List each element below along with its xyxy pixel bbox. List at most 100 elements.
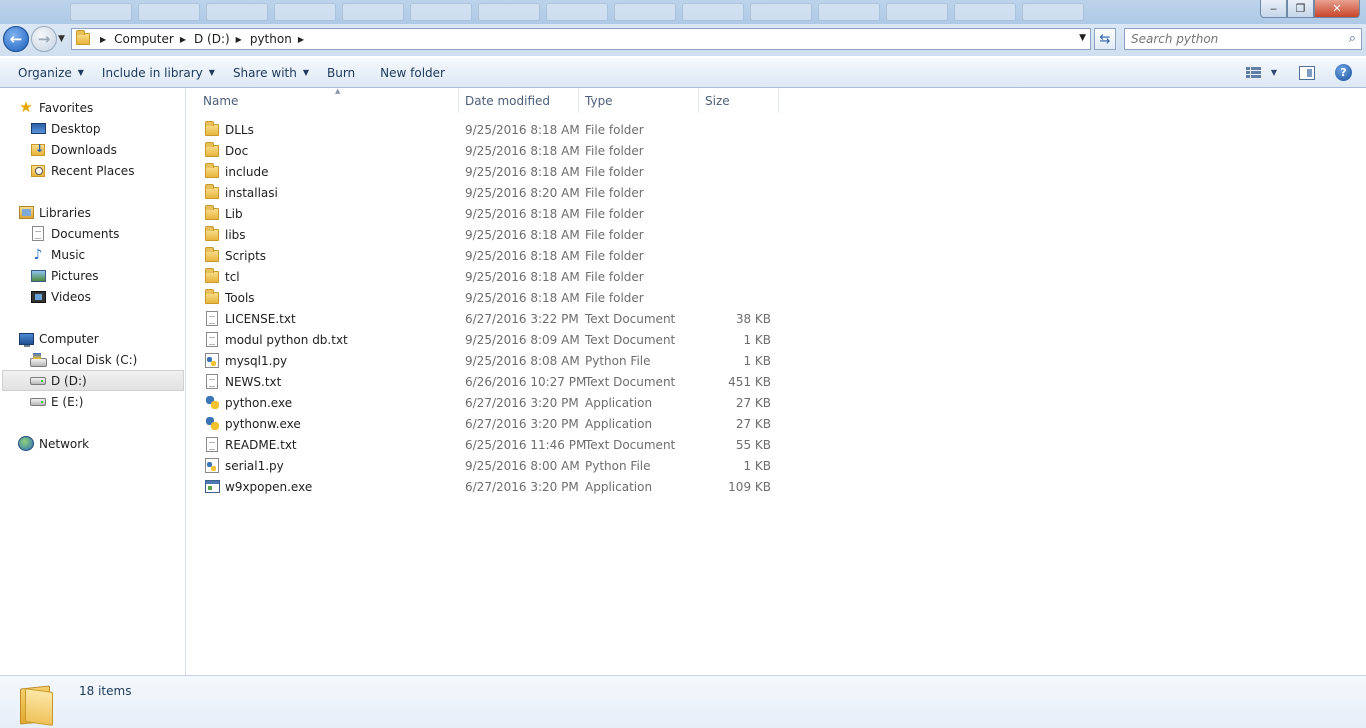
breadcrumb-children-arrow[interactable]: ▶ <box>298 35 312 44</box>
search-box[interactable]: ⌕ <box>1124 28 1362 50</box>
burn-button[interactable]: Burn <box>318 58 364 87</box>
file-type: Text Document <box>585 311 676 326</box>
nav-favorites[interactable]: ★ Favorites <box>18 97 93 118</box>
breadcrumb-computer[interactable]: ▶ Computer <box>100 32 174 46</box>
downloads-icon <box>30 142 46 158</box>
nav-computer[interactable]: Computer <box>18 328 99 349</box>
address-history-dropdown[interactable]: ▼ <box>1079 33 1086 43</box>
share-with-button[interactable]: Share with ▼ <box>224 58 318 87</box>
breadcrumb-label: Computer <box>114 32 174 46</box>
drive-icon <box>30 394 46 410</box>
file-name: serial1.py <box>225 458 284 473</box>
nav-videos[interactable]: Videos <box>30 286 91 307</box>
help-button[interactable]: ? <box>1335 64 1352 81</box>
details-view-icon <box>1245 66 1261 79</box>
file-type: File folder <box>585 164 644 179</box>
nav-e-drive[interactable]: E (E:) <box>30 391 83 412</box>
file-row[interactable]: serial1.py 9/25/2016 8:00 AM Python File 1 … <box>187 455 782 476</box>
nav-local-disk-c[interactable]: Local Disk (C:) <box>30 349 137 370</box>
background-tab <box>206 3 268 21</box>
breadcrumb-python[interactable]: ▶ python <box>236 32 292 46</box>
column-type[interactable]: Type <box>579 89 699 113</box>
background-tab <box>886 3 948 21</box>
include-in-library-button[interactable]: Include in library ▼ <box>93 58 224 87</box>
maximize-button[interactable]: ❐ <box>1287 0 1314 18</box>
breadcrumb-d-drive[interactable]: ▶ D (D:) <box>180 32 230 46</box>
file-row[interactable]: libs 9/25/2016 8:18 AM File folder <box>187 224 782 245</box>
window-controls: ‒ ❐ ✕ <box>1260 0 1360 18</box>
file-row[interactable]: LICENSE.txt 6/27/2016 3:22 PM Text Documen… <box>187 308 782 329</box>
nav-pictures[interactable]: Pictures <box>30 265 99 286</box>
file-row[interactable]: mysql1.py 9/25/2016 8:08 AM Python File 1 K… <box>187 350 782 371</box>
nav-libraries[interactable]: Libraries <box>18 202 91 223</box>
file-date: 9/25/2016 8:18 AM <box>465 248 580 263</box>
local-disk-icon <box>30 352 47 368</box>
refresh-button[interactable]: ⇆ <box>1094 28 1116 50</box>
file-row[interactable]: include 9/25/2016 8:18 AM File folder <box>187 161 782 182</box>
file-row[interactable]: DLLs 9/25/2016 8:18 AM File folder <box>187 119 782 140</box>
forward-button[interactable]: → <box>31 26 57 52</box>
file-name: Scripts <box>225 248 267 263</box>
nav-documents[interactable]: Documents <box>30 223 119 244</box>
text-document-icon <box>204 332 220 348</box>
address-bar[interactable]: ▶ Computer ▶ D (D:) ▶ python ▶ ▼ <box>71 28 1091 50</box>
nav-downloads[interactable]: Downloads <box>30 139 117 160</box>
nav-recent-places[interactable]: Recent Places <box>30 160 134 181</box>
background-tab <box>1022 3 1084 21</box>
column-label: Type <box>585 94 613 108</box>
file-size <box>705 224 771 245</box>
preview-pane-button[interactable] <box>1299 65 1315 80</box>
file-type: Application <box>585 416 653 431</box>
file-row[interactable]: installasi 9/25/2016 8:20 AM File folder <box>187 182 782 203</box>
file-type: File folder <box>585 143 644 158</box>
folder-icon <box>204 120 220 138</box>
file-size <box>705 266 771 287</box>
file-row[interactable]: NEWS.txt 6/26/2016 10:27 PM Text Document 4… <box>187 371 782 392</box>
file-row[interactable]: Lib 9/25/2016 8:18 AM File folder <box>187 203 782 224</box>
nav-label: Desktop <box>51 121 101 136</box>
recent-pages-dropdown[interactable]: ▼ <box>58 34 65 44</box>
file-name: Lib <box>225 206 243 221</box>
file-size <box>705 140 771 161</box>
command-bar: Organize ▼ Include in library ▼ Share with… <box>0 57 1366 88</box>
nav-music[interactable]: ♪ Music <box>30 244 86 265</box>
file-date: 9/25/2016 8:18 AM <box>465 122 580 137</box>
folder-icon <box>204 246 220 264</box>
new-folder-button[interactable]: New folder <box>364 58 454 87</box>
file-name: DLLs <box>225 122 254 137</box>
burn-label: Burn <box>327 65 356 80</box>
nav-d-drive[interactable]: D (D:) <box>2 370 184 391</box>
nav-network[interactable]: Network <box>18 433 89 454</box>
videos-icon <box>30 289 46 305</box>
folder-icon <box>76 30 90 45</box>
nav-desktop[interactable]: Desktop <box>30 118 101 139</box>
column-header-row: Name ▲ Date modified Type Size <box>187 87 782 113</box>
file-row[interactable]: Scripts 9/25/2016 8:18 AM File folder <box>187 245 782 266</box>
background-window-strip <box>70 3 1084 21</box>
file-row[interactable]: w9xpopen.exe 6/27/2016 3:20 PM Application… <box>187 476 782 497</box>
organize-button[interactable]: Organize ▼ <box>0 58 93 87</box>
change-view-button[interactable]: ▼ <box>1245 66 1277 79</box>
recent-places-icon <box>30 163 46 179</box>
file-row[interactable]: modul python db.txt 9/25/2016 8:09 AM Text… <box>187 329 782 350</box>
column-date-modified[interactable]: Date modified <box>459 89 579 113</box>
chevron-down-icon[interactable]: ▼ <box>1271 68 1277 77</box>
file-row[interactable]: README.txt 6/25/2016 11:46 PM Text Documen… <box>187 434 782 455</box>
column-name[interactable]: Name ▲ <box>197 87 459 113</box>
search-icon[interactable]: ⌕ <box>1349 31 1356 46</box>
file-row[interactable]: tcl 9/25/2016 8:18 AM File folder <box>187 266 782 287</box>
file-row[interactable]: Doc 9/25/2016 8:18 AM File folder <box>187 140 782 161</box>
file-row[interactable]: pythonw.exe 6/27/2016 3:20 PM Application 2… <box>187 413 782 434</box>
minimize-button[interactable]: ‒ <box>1260 0 1287 18</box>
back-button[interactable]: ← <box>3 26 29 52</box>
search-input[interactable] <box>1131 32 1336 46</box>
command-bar-right: ▼ ? <box>1245 58 1366 87</box>
file-row[interactable]: python.exe 6/27/2016 3:20 PM Application 27… <box>187 392 782 413</box>
nav-label: E (E:) <box>51 394 84 409</box>
file-date: 6/25/2016 11:46 PM <box>465 437 587 452</box>
column-size[interactable]: Size <box>699 89 779 113</box>
close-button[interactable]: ✕ <box>1314 0 1360 18</box>
nav-label: Local Disk (C:) <box>51 352 138 367</box>
file-row[interactable]: Tools 9/25/2016 8:18 AM File folder <box>187 287 782 308</box>
file-date: 9/25/2016 8:00 AM <box>465 458 580 473</box>
